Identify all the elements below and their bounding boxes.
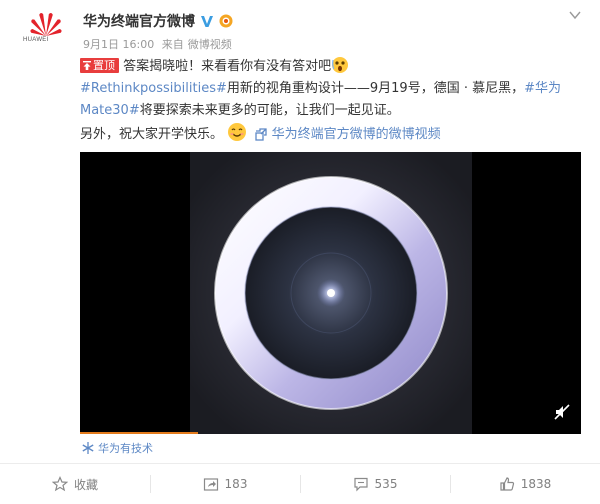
hashtag-huawei-mate30-end[interactable]: Mate30# [80,103,140,118]
author-row: 华为终端官方微博 [83,11,234,31]
huawei-logo[interactable] [24,10,68,54]
forward-button[interactable]: 183 [150,464,300,504]
pin-icon [83,61,91,70]
post-text-line2: 用新的视角重构设计——9月19号，德国 · 慕尼黑， [226,81,525,96]
post-text-line4: 另外，祝大家开学快乐。 [80,127,224,142]
favorite-button[interactable]: 收藏 [0,464,150,504]
video-link-icon [255,128,268,141]
author-name[interactable]: 华为终端官方微博 [83,11,195,31]
hashtag-rethink[interactable]: #Rethinkpossibilities# [80,81,227,96]
snowflake-icon [82,442,94,454]
smile-emoji [228,123,247,141]
video-source-label: 华为有技术 [98,442,153,455]
post-line-1: 置顶 答案揭晓啦！来看看你有没有答对吧 [80,56,580,78]
post-text-line3: 将要探索未来更多的可能，让我们一起见证。 [139,103,400,118]
post-source[interactable]: 微博视频 [188,38,232,51]
pinned-badge: 置顶 [80,58,119,73]
post-time[interactable]: 9月1日 16:00 [83,38,154,51]
video-frame-image [190,152,472,434]
hashtag-huawei-mate30-start[interactable]: #华为 [524,81,561,96]
forward-count: 183 [224,477,248,491]
post-content: 置顶 答案揭晓啦！来看看你有没有答对吧 #Rethinkpossibilitie… [80,56,580,144]
comment-count: 535 [374,477,398,491]
weibo-post-card: HUAWEI 华为终端官方微博 9月1日 16:00 来自 微博视频 置顶 答案揭… [0,0,600,504]
video-source[interactable]: 华为有技术 [82,440,153,456]
favorite-label: 收藏 [73,477,98,492]
post-line-3: Mate30#将要探索未来更多的可能，让我们一起见证。 [80,100,580,122]
like-button[interactable]: 1838 [450,464,600,504]
logo-wordmark: HUAWEI [23,37,49,43]
star-icon [51,476,68,492]
post-line-2: #Rethinkpossibilities#用新的视角重构设计——9月19号，德… [80,78,580,100]
verified-icon[interactable] [200,14,214,28]
comment-button[interactable]: 535 [300,464,450,504]
video-progress-bar[interactable] [80,432,198,434]
post-text-line1: 答案揭晓啦！来看看你有没有答对吧 [123,59,332,74]
mute-icon[interactable] [554,404,570,420]
level-icon[interactable] [218,14,234,28]
post-source-prefix: 来自 [161,38,184,51]
like-count: 1838 [520,477,552,491]
like-icon [500,477,514,491]
video-player[interactable] [80,152,581,434]
forward-icon [203,478,218,491]
post-meta: 9月1日 16:00 来自 微博视频 [83,36,236,52]
action-bar: 收藏 183 535 1838 [0,464,600,504]
post-line-4: 另外，祝大家开学快乐。 华为终端官方微博的微博视频 [80,122,580,144]
surprised-emoji [332,57,349,73]
video-frame [190,152,472,434]
comment-icon [353,477,368,492]
pinned-label: 置顶 [93,59,115,72]
chevron-down-icon[interactable] [568,8,582,22]
video-link[interactable]: 华为终端官方微博的微博视频 [272,127,441,142]
